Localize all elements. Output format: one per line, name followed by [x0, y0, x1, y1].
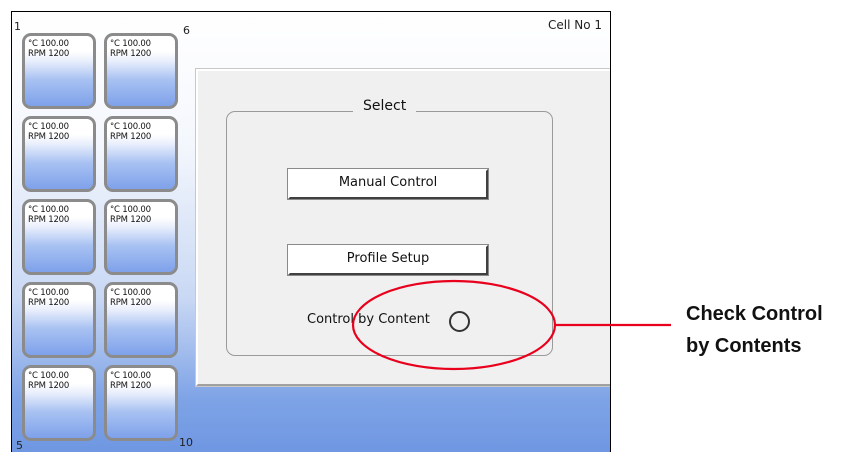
- tile-temperature: °C 100.00: [28, 122, 69, 132]
- cell-tile-2[interactable]: °C 100.00 RPM 1200: [22, 116, 96, 192]
- tile-temperature: °C 100.00: [28, 205, 69, 215]
- cell-number-label: Cell No 1: [547, 18, 602, 32]
- tile-temperature: °C 100.00: [28, 39, 69, 49]
- tile-temperature: °C 100.00: [110, 288, 151, 298]
- manual-control-button[interactable]: Manual Control: [288, 169, 488, 199]
- cell-tile-10[interactable]: °C 100.00 RPM 1200: [104, 365, 178, 441]
- control-by-content-label: Control by Content: [307, 312, 430, 327]
- tile-rpm: RPM 1200: [110, 49, 152, 59]
- tile-index-top-left: 1: [14, 20, 21, 33]
- tile-rpm: RPM 1200: [110, 298, 152, 308]
- cell-tile-5[interactable]: °C 100.00 RPM 1200: [22, 365, 96, 441]
- callout-line-2: by Contents: [686, 335, 802, 357]
- profile-setup-button[interactable]: Profile Setup: [288, 245, 488, 275]
- tile-temperature: °C 100.00: [110, 39, 151, 49]
- cell-tile-7[interactable]: °C 100.00 RPM 1200: [104, 116, 178, 192]
- tile-rpm: RPM 1200: [28, 298, 70, 308]
- tile-temperature: °C 100.00: [28, 371, 69, 381]
- control-by-content-radio[interactable]: [449, 311, 470, 332]
- cell-tile-3[interactable]: °C 100.00 RPM 1200: [22, 199, 96, 275]
- tile-index-bottom-right: 10: [179, 436, 193, 449]
- cell-tile-6[interactable]: °C 100.00 RPM 1200: [104, 33, 178, 109]
- cell-tile-1[interactable]: °C 100.00 RPM 1200: [22, 33, 96, 109]
- tile-rpm: RPM 1200: [110, 132, 152, 142]
- cell-tile-8[interactable]: °C 100.00 RPM 1200: [104, 199, 178, 275]
- tile-temperature: °C 100.00: [110, 371, 151, 381]
- tile-rpm: RPM 1200: [28, 381, 70, 391]
- cell-tile-9[interactable]: °C 100.00 RPM 1200: [104, 282, 178, 358]
- callout-text: Check Control by Contents: [686, 298, 823, 362]
- tile-index-top-right: 6: [183, 24, 190, 37]
- tile-rpm: RPM 1200: [28, 49, 70, 59]
- tile-temperature: °C 100.00: [110, 122, 151, 132]
- tile-rpm: RPM 1200: [110, 215, 152, 225]
- tile-rpm: RPM 1200: [28, 215, 70, 225]
- tile-index-bottom-left: 5: [16, 439, 23, 452]
- tile-rpm: RPM 1200: [110, 381, 152, 391]
- cell-tile-4[interactable]: °C 100.00 RPM 1200: [22, 282, 96, 358]
- tile-temperature: °C 100.00: [28, 288, 69, 298]
- tile-temperature: °C 100.00: [110, 205, 151, 215]
- callout-line-1: Check Control: [686, 303, 823, 325]
- tile-rpm: RPM 1200: [28, 132, 70, 142]
- select-group-title: Select: [353, 98, 417, 114]
